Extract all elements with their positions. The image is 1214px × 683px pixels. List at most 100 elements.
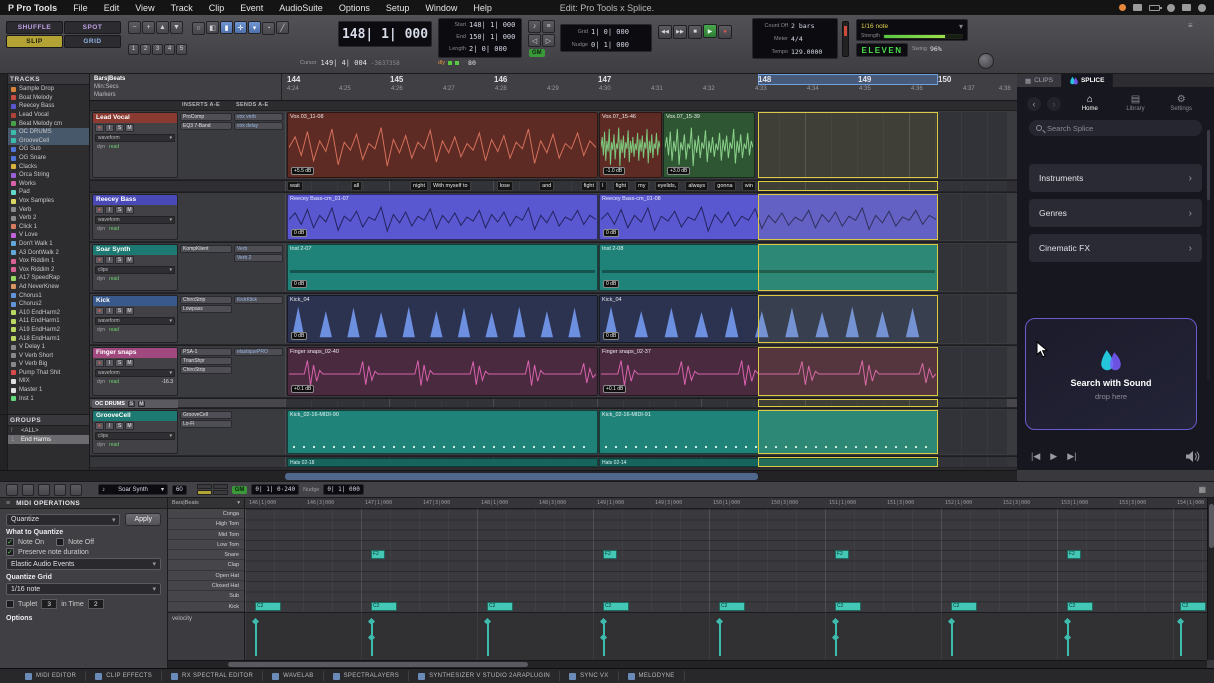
insert-slot[interactable]: PSA-1 [180, 348, 232, 356]
control-center-icon[interactable] [1182, 4, 1191, 11]
previous-icon[interactable]: |◀ [1031, 451, 1040, 462]
lyric-chip[interactable]: my [635, 181, 648, 191]
forward-icon[interactable]: › [1047, 97, 1061, 111]
grid-note-value[interactable]: 1/16 note [861, 23, 888, 30]
zoom-preset-button[interactable]: 5 [176, 44, 187, 55]
track-list-item[interactable]: A17 SpeedRap [0, 274, 89, 283]
window-tab[interactable]: SYNC VX [560, 671, 618, 681]
window-tab[interactable]: WAVELAB [263, 671, 323, 681]
mini-edit-modes[interactable] [197, 484, 228, 495]
midi-note[interactable]: C2 [487, 602, 513, 611]
tracks-panel-header[interactable]: TRACKS [0, 74, 89, 85]
clip-gain-badge[interactable]: 0 dB [603, 332, 619, 340]
counter-row[interactable]: Meter 4/4 [753, 32, 837, 45]
track-view-selector[interactable]: waveform▾ [95, 216, 175, 224]
lyric-chip[interactable]: With myself to [430, 181, 471, 191]
counter-value[interactable]: 129.0000 [791, 48, 822, 56]
automation-label[interactable]: dyn [97, 327, 105, 333]
scrubber-tool-icon[interactable]: ◔ [262, 22, 275, 35]
clip-gain-badge[interactable]: 0 dB [291, 332, 307, 340]
track-list-item[interactable]: OG Sub [0, 145, 89, 154]
counter-value[interactable]: 2 bars [791, 22, 814, 30]
default-velocity-field[interactable]: 60 [172, 485, 187, 495]
lyric-chip[interactable]: night [410, 181, 428, 191]
window-tab[interactable]: MIDI EDITOR [16, 671, 86, 681]
grid-display-icon[interactable]: ▦ [1198, 485, 1206, 494]
zoom-in-icon[interactable]: + [142, 21, 155, 34]
track-header[interactable]: GrooveCell ●ISM clips▾ dynread [92, 410, 178, 454]
grid-nudge-row[interactable]: Grid 1| 0| 000 [561, 25, 651, 38]
track-list-name[interactable]: V Love [19, 232, 38, 238]
automation-label[interactable]: dyn [97, 226, 105, 232]
track-list-item[interactable]: Chorus1 [0, 291, 89, 300]
automation-label[interactable]: dyn [97, 276, 105, 282]
edit-mode-button[interactable]: SLIP [6, 35, 63, 48]
menu-item[interactable]: File [65, 3, 96, 13]
track-list-item[interactable]: Vox Riddim 2 [0, 265, 89, 274]
track-view-selector[interactable]: waveform▾ [95, 317, 175, 325]
track-list-name[interactable]: V Delay 1 [19, 344, 45, 350]
record-arm-button[interactable]: ● [95, 422, 104, 430]
group-item[interactable]: ! <ALL> [0, 426, 89, 435]
selection-value[interactable]: 2| 0| 000 [469, 45, 507, 53]
track-list-item[interactable]: Sample Drop [0, 85, 89, 94]
tuplet-label[interactable]: Tuplet [18, 601, 37, 608]
track-list-name[interactable]: OG Sub [19, 146, 41, 152]
swing-value[interactable]: 96% [930, 45, 942, 53]
track-list-item[interactable]: OG Snare [0, 154, 89, 163]
play-icon[interactable]: ▶ [703, 24, 717, 38]
track-list-name[interactable]: OG Snare [19, 155, 46, 161]
smart-tool-icon[interactable]: ▾ [248, 21, 261, 34]
lyric-chip[interactable]: win [742, 181, 756, 191]
menu-item[interactable]: View [127, 3, 162, 13]
lyric-chip[interactable]: wait [287, 181, 303, 191]
menu-item[interactable]: Clip [201, 3, 233, 13]
automation-mode[interactable]: read [109, 327, 119, 333]
velocity-stem[interactable] [371, 638, 373, 656]
gm-badge[interactable]: GM [529, 49, 545, 57]
track-lane[interactable]: Vox.03_11-08 +5.5 dB Vox.07_15-46 -1.0 d… [285, 112, 1007, 178]
solo-button[interactable]: S [115, 359, 124, 367]
splice-category-row[interactable]: Instruments › [1029, 164, 1202, 192]
track-list-item[interactable]: V Love [0, 231, 89, 240]
toolbar-menu-icon[interactable]: ≡ [1188, 21, 1193, 30]
automation-label[interactable]: dyn [97, 442, 105, 448]
audio-clip[interactable]: Vox.07_15-46 -1.0 dB [599, 112, 662, 178]
edit-selection-box[interactable] [758, 399, 938, 407]
track-list-name[interactable]: Chorus1 [19, 293, 42, 299]
input-monitor-button[interactable]: I [105, 422, 114, 430]
track-list-name[interactable]: Boat Melody [19, 95, 52, 101]
velocity-stem[interactable] [255, 622, 257, 656]
selection-value[interactable]: 150| 1| 000 [469, 33, 515, 41]
velocity-stem[interactable] [1180, 622, 1182, 656]
velocity-stem[interactable] [487, 622, 489, 656]
midi-note[interactable]: F2 [1067, 550, 1081, 559]
stop-icon[interactable]: ■ [688, 25, 702, 39]
clip-gain-badge[interactable]: +3.0 dB [667, 167, 690, 175]
insert-slot[interactable]: ChiroStrip [180, 366, 232, 374]
display-icon[interactable] [1133, 4, 1142, 11]
track-list-name[interactable]: A17 SpeedRap [19, 275, 60, 281]
track-list-item[interactable]: A10 EndHarm2 [0, 308, 89, 317]
mute-button[interactable]: M [125, 359, 134, 367]
metronome-icon[interactable]: ♪ [528, 20, 541, 33]
edit-mode-button[interactable]: GRID [64, 35, 121, 48]
mute-button[interactable]: M [125, 422, 134, 430]
clip-gain-badge[interactable]: 0 dB [603, 280, 619, 288]
selector-tool-icon[interactable]: ▮ [220, 21, 233, 34]
track-list-name[interactable]: MIX [19, 378, 30, 384]
automation-label[interactable]: dyn [97, 379, 105, 385]
drum-lane-name[interactable]: Kick [168, 602, 244, 612]
chevron-down-icon[interactable]: ▾ [959, 22, 963, 31]
send-slot[interactable]: Verb 2 [234, 254, 283, 262]
zoomer-tool-icon[interactable] [70, 484, 82, 496]
track-list-item[interactable]: Master 1 [0, 386, 89, 395]
note-off-checkbox[interactable] [56, 538, 64, 546]
midi-ruler-corner[interactable]: Bars|Beats▾ [168, 498, 245, 509]
wifi-icon[interactable] [1167, 4, 1175, 12]
midi-note[interactable]: F2 [835, 550, 849, 559]
track-lane[interactable]: Kick_02-16-MIDI-90 Kick_02-16-MIDI-91 [285, 410, 1007, 454]
automation-mode[interactable]: read [109, 226, 119, 232]
midi-note[interactable]: C2 [719, 602, 745, 611]
input-monitor-button[interactable]: I [105, 124, 114, 132]
